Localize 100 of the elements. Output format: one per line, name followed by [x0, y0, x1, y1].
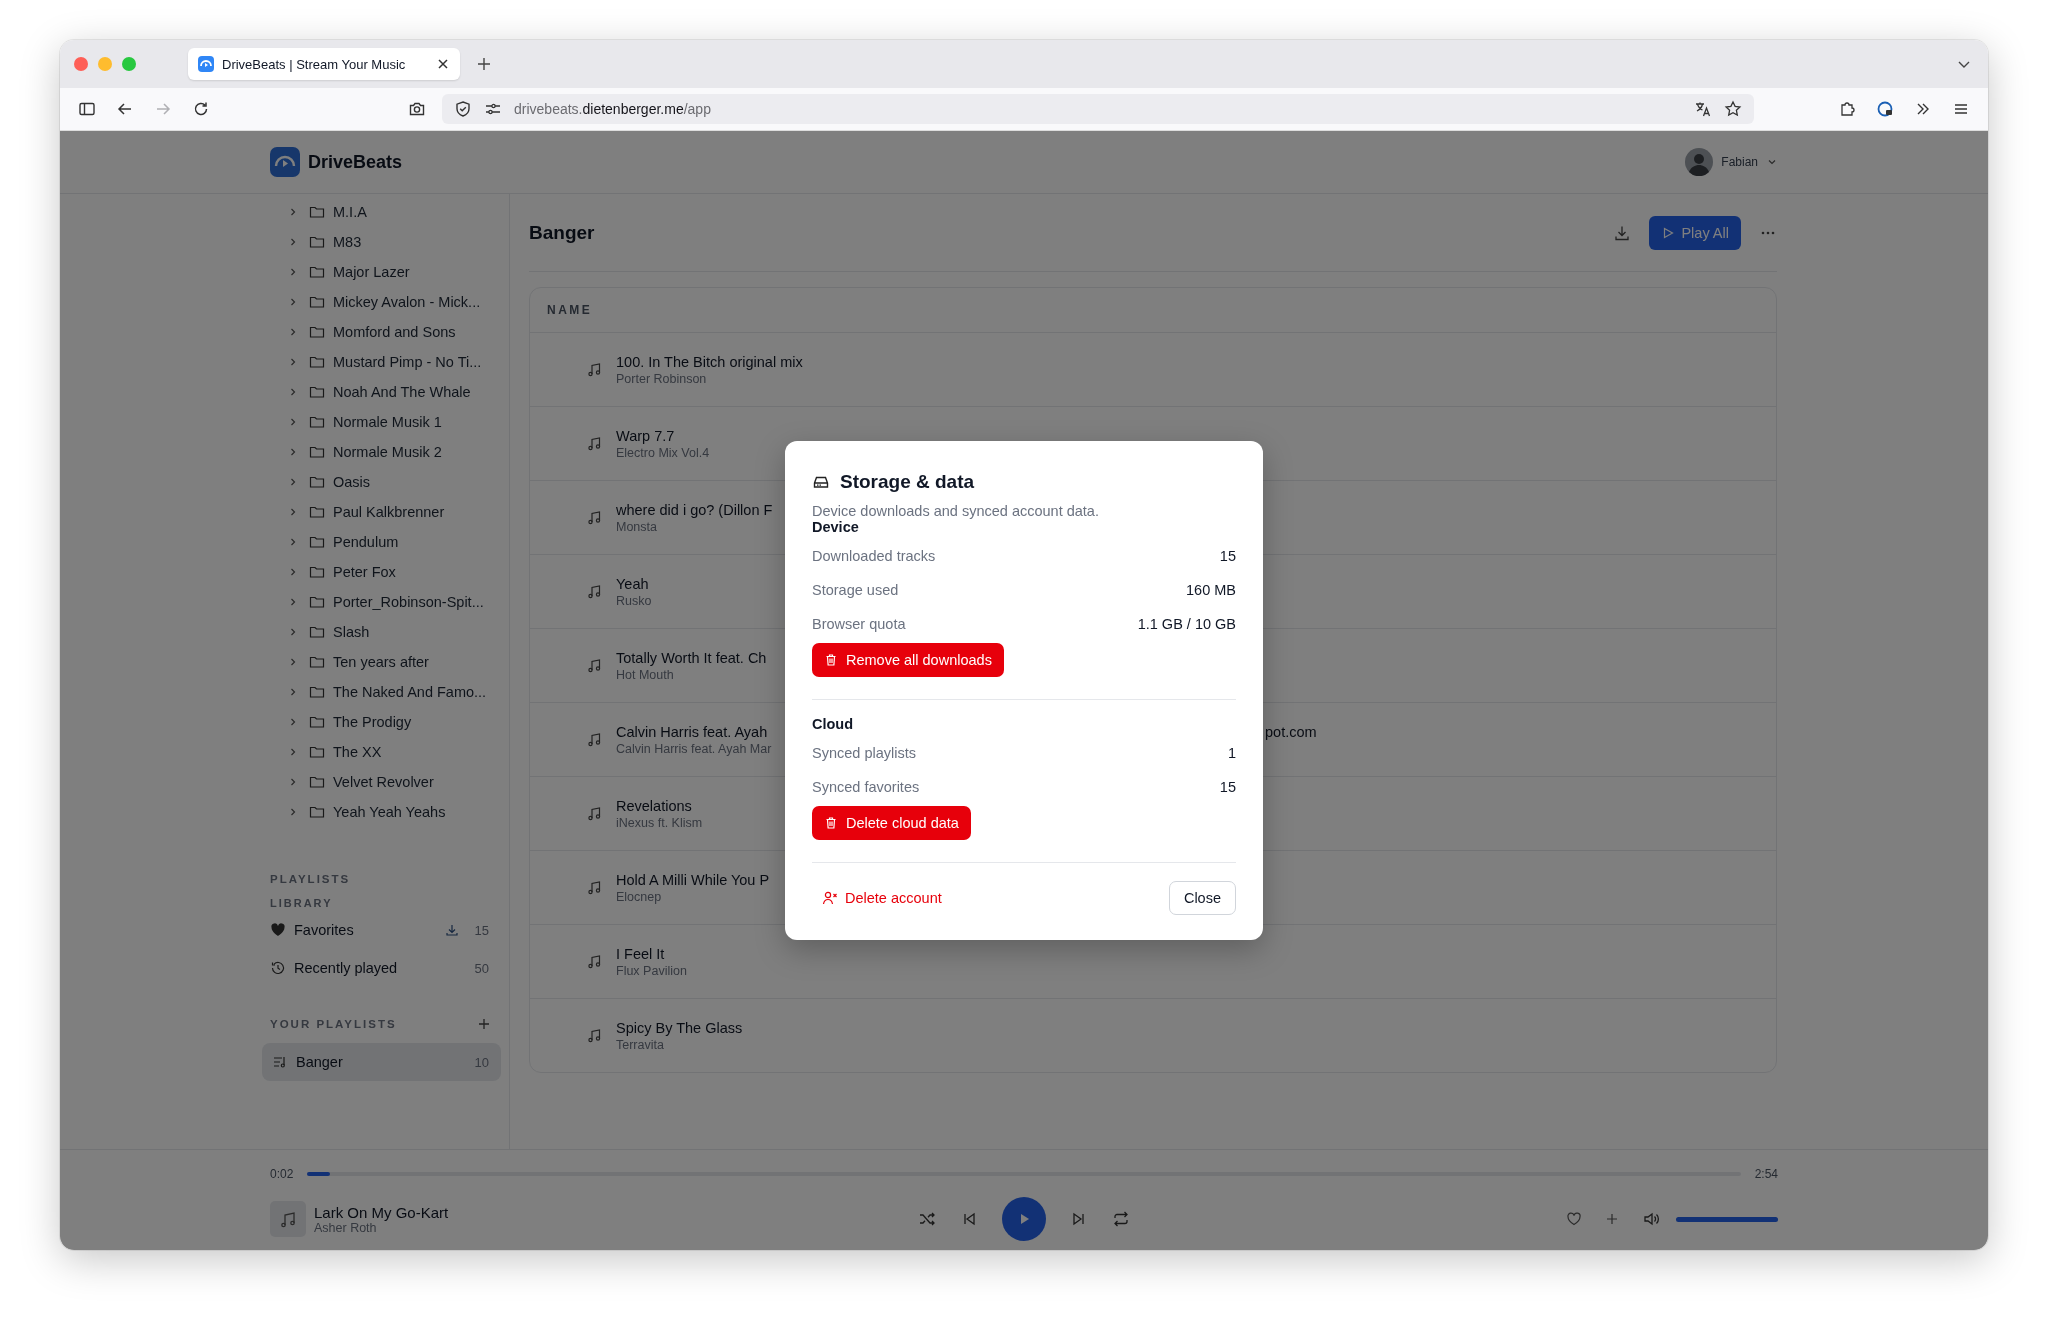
- album-art-icon: [270, 1201, 306, 1237]
- heart-icon: [270, 922, 286, 938]
- url-text: drivebeats.dietenberger.me/app: [514, 101, 711, 117]
- folder-item[interactable]: Pendulum: [260, 527, 509, 557]
- folder-item[interactable]: Ten years after: [260, 647, 509, 677]
- library-item[interactable]: Recently played 50: [260, 949, 501, 987]
- column-header: NAME: [547, 303, 593, 317]
- add-icon[interactable]: [1604, 1211, 1620, 1227]
- music-note-icon: [586, 509, 602, 526]
- section-heading: LIBRARY: [269, 897, 333, 909]
- star-icon[interactable]: [1724, 100, 1742, 118]
- folder-item[interactable]: Porter_Robinson-Spit...: [260, 587, 509, 617]
- browser-tab[interactable]: DriveBeats | Stream Your Music: [188, 48, 460, 80]
- sidebar-icon[interactable]: [78, 100, 96, 118]
- folder-item[interactable]: The Naked And Famo...: [260, 677, 509, 707]
- folder-item[interactable]: The Prodigy: [260, 707, 509, 737]
- stat-label: Synced favorites: [812, 779, 920, 795]
- folder-item[interactable]: The XX: [260, 737, 509, 767]
- folder-item[interactable]: Slash: [260, 617, 509, 647]
- address-bar[interactable]: drivebeats.dietenberger.me/app: [442, 94, 1754, 124]
- translate-icon[interactable]: [1694, 100, 1712, 118]
- track-title: 100. In The Bitch original mix: [616, 353, 803, 370]
- volume-slider[interactable]: [1676, 1216, 1778, 1222]
- stat-label: Browser quota: [812, 616, 906, 632]
- folder-item[interactable]: Mustard Pimp - No Ti...: [260, 347, 509, 377]
- heart-icon[interactable]: [1566, 1211, 1582, 1227]
- track-artist: Electro Mix Vol.4: [616, 445, 710, 460]
- track-artist: Elocnep: [616, 889, 662, 904]
- folder-item[interactable]: Oasis: [260, 467, 509, 497]
- track-title: Revelations: [616, 797, 692, 814]
- zoom-window-icon[interactable]: [122, 57, 136, 71]
- delete-account-link[interactable]: Delete account: [812, 890, 952, 906]
- music-note-icon: [586, 657, 602, 674]
- folder-icon: [309, 534, 325, 550]
- folder-item[interactable]: Velvet Revolver: [260, 767, 509, 797]
- user-name[interactable]: Fabian: [1721, 155, 1758, 169]
- folder-item[interactable]: M83: [260, 227, 509, 257]
- music-note-icon: [586, 361, 602, 378]
- duration-time: 2:54: [1754, 1167, 1778, 1181]
- track-artist: Monsta: [616, 519, 657, 534]
- folder-item[interactable]: Peter Fox: [260, 557, 509, 587]
- new-tab-icon[interactable]: [476, 56, 492, 72]
- repeat-icon[interactable]: [1112, 1210, 1130, 1228]
- stat-value: 1.1 GB / 10 GB: [1137, 616, 1236, 632]
- track-title: I Feel It: [616, 945, 665, 962]
- track-row[interactable]: 100. In The Bitch original mix Porter Robinson: [530, 333, 1776, 407]
- trash-icon: [824, 653, 838, 667]
- folder-icon: [309, 564, 325, 580]
- close-window-icon[interactable]: [74, 57, 88, 71]
- stat-label: Storage used: [812, 582, 899, 598]
- folder-icon: [309, 474, 325, 490]
- track-title: Totally Worth It feat. Ch: [616, 649, 767, 666]
- music-note-icon: [586, 435, 602, 452]
- reload-icon[interactable]: [192, 100, 210, 118]
- play-all-button[interactable]: Play All: [1649, 215, 1741, 250]
- avatar-icon[interactable]: [1685, 148, 1714, 176]
- folder-item[interactable]: Normale Musik 1: [260, 407, 509, 437]
- track-artist: Flux Pavilion: [616, 963, 687, 978]
- folder-item[interactable]: Yeah Yeah Yeahs: [260, 797, 509, 827]
- track-row[interactable]: Spicy By The Glass Terravita: [530, 999, 1776, 1072]
- track-artist: Hot Mouth: [616, 667, 674, 682]
- section-heading: PLAYLISTS: [269, 873, 352, 885]
- password-manager-icon[interactable]: [1876, 100, 1894, 118]
- library-item[interactable]: Favorites 15: [260, 911, 501, 949]
- shuffle-icon[interactable]: [918, 1210, 936, 1228]
- music-note-icon: [586, 805, 602, 822]
- camera-icon[interactable]: [408, 100, 426, 118]
- volume-icon[interactable]: [1642, 1210, 1660, 1228]
- folder-item[interactable]: Normale Musik 2: [260, 437, 509, 467]
- music-note-icon: [586, 731, 602, 748]
- folder-icon: [309, 744, 325, 760]
- stat-value: 1: [1227, 745, 1236, 761]
- stat-value: 160 MB: [1186, 582, 1236, 598]
- track-title: Calvin Harris feat. Ayah: [616, 723, 768, 740]
- danger-button[interactable]: Delete cloud data: [812, 806, 971, 840]
- folder-icon: [309, 384, 325, 400]
- section-heading: Device: [812, 519, 860, 535]
- playlist-item[interactable]: Banger 10: [262, 1043, 501, 1081]
- danger-button[interactable]: Remove all downloads: [812, 643, 1004, 677]
- app-name: DriveBeats: [308, 151, 403, 173]
- stat-label: Downloaded tracks: [812, 548, 936, 564]
- add-icon[interactable]: [477, 1017, 491, 1031]
- play-button[interactable]: [1002, 1197, 1046, 1241]
- playlist-title: Banger: [529, 221, 595, 244]
- playlist-icon: [272, 1054, 288, 1070]
- close-button[interactable]: Close: [1168, 881, 1236, 915]
- folder-icon: [309, 774, 325, 790]
- folder-item[interactable]: Mickey Avalon - Mick...: [260, 287, 509, 317]
- shield-icon[interactable]: [454, 100, 472, 118]
- track-title: Warp 7.7: [616, 427, 675, 444]
- folder-item[interactable]: Momford and Sons: [260, 317, 509, 347]
- folder-icon: [309, 804, 325, 820]
- folder-item[interactable]: Noah And The Whale: [260, 377, 509, 407]
- music-note-icon: [586, 879, 602, 896]
- folder-item[interactable]: M.I.A: [260, 197, 509, 227]
- folder-item[interactable]: Paul Kalkbrenner: [260, 497, 509, 527]
- close-icon[interactable]: [436, 57, 450, 71]
- remove-user-icon: [822, 890, 838, 906]
- folder-item[interactable]: Major Lazer: [260, 257, 509, 287]
- puzzle-icon[interactable]: [1838, 100, 1856, 118]
